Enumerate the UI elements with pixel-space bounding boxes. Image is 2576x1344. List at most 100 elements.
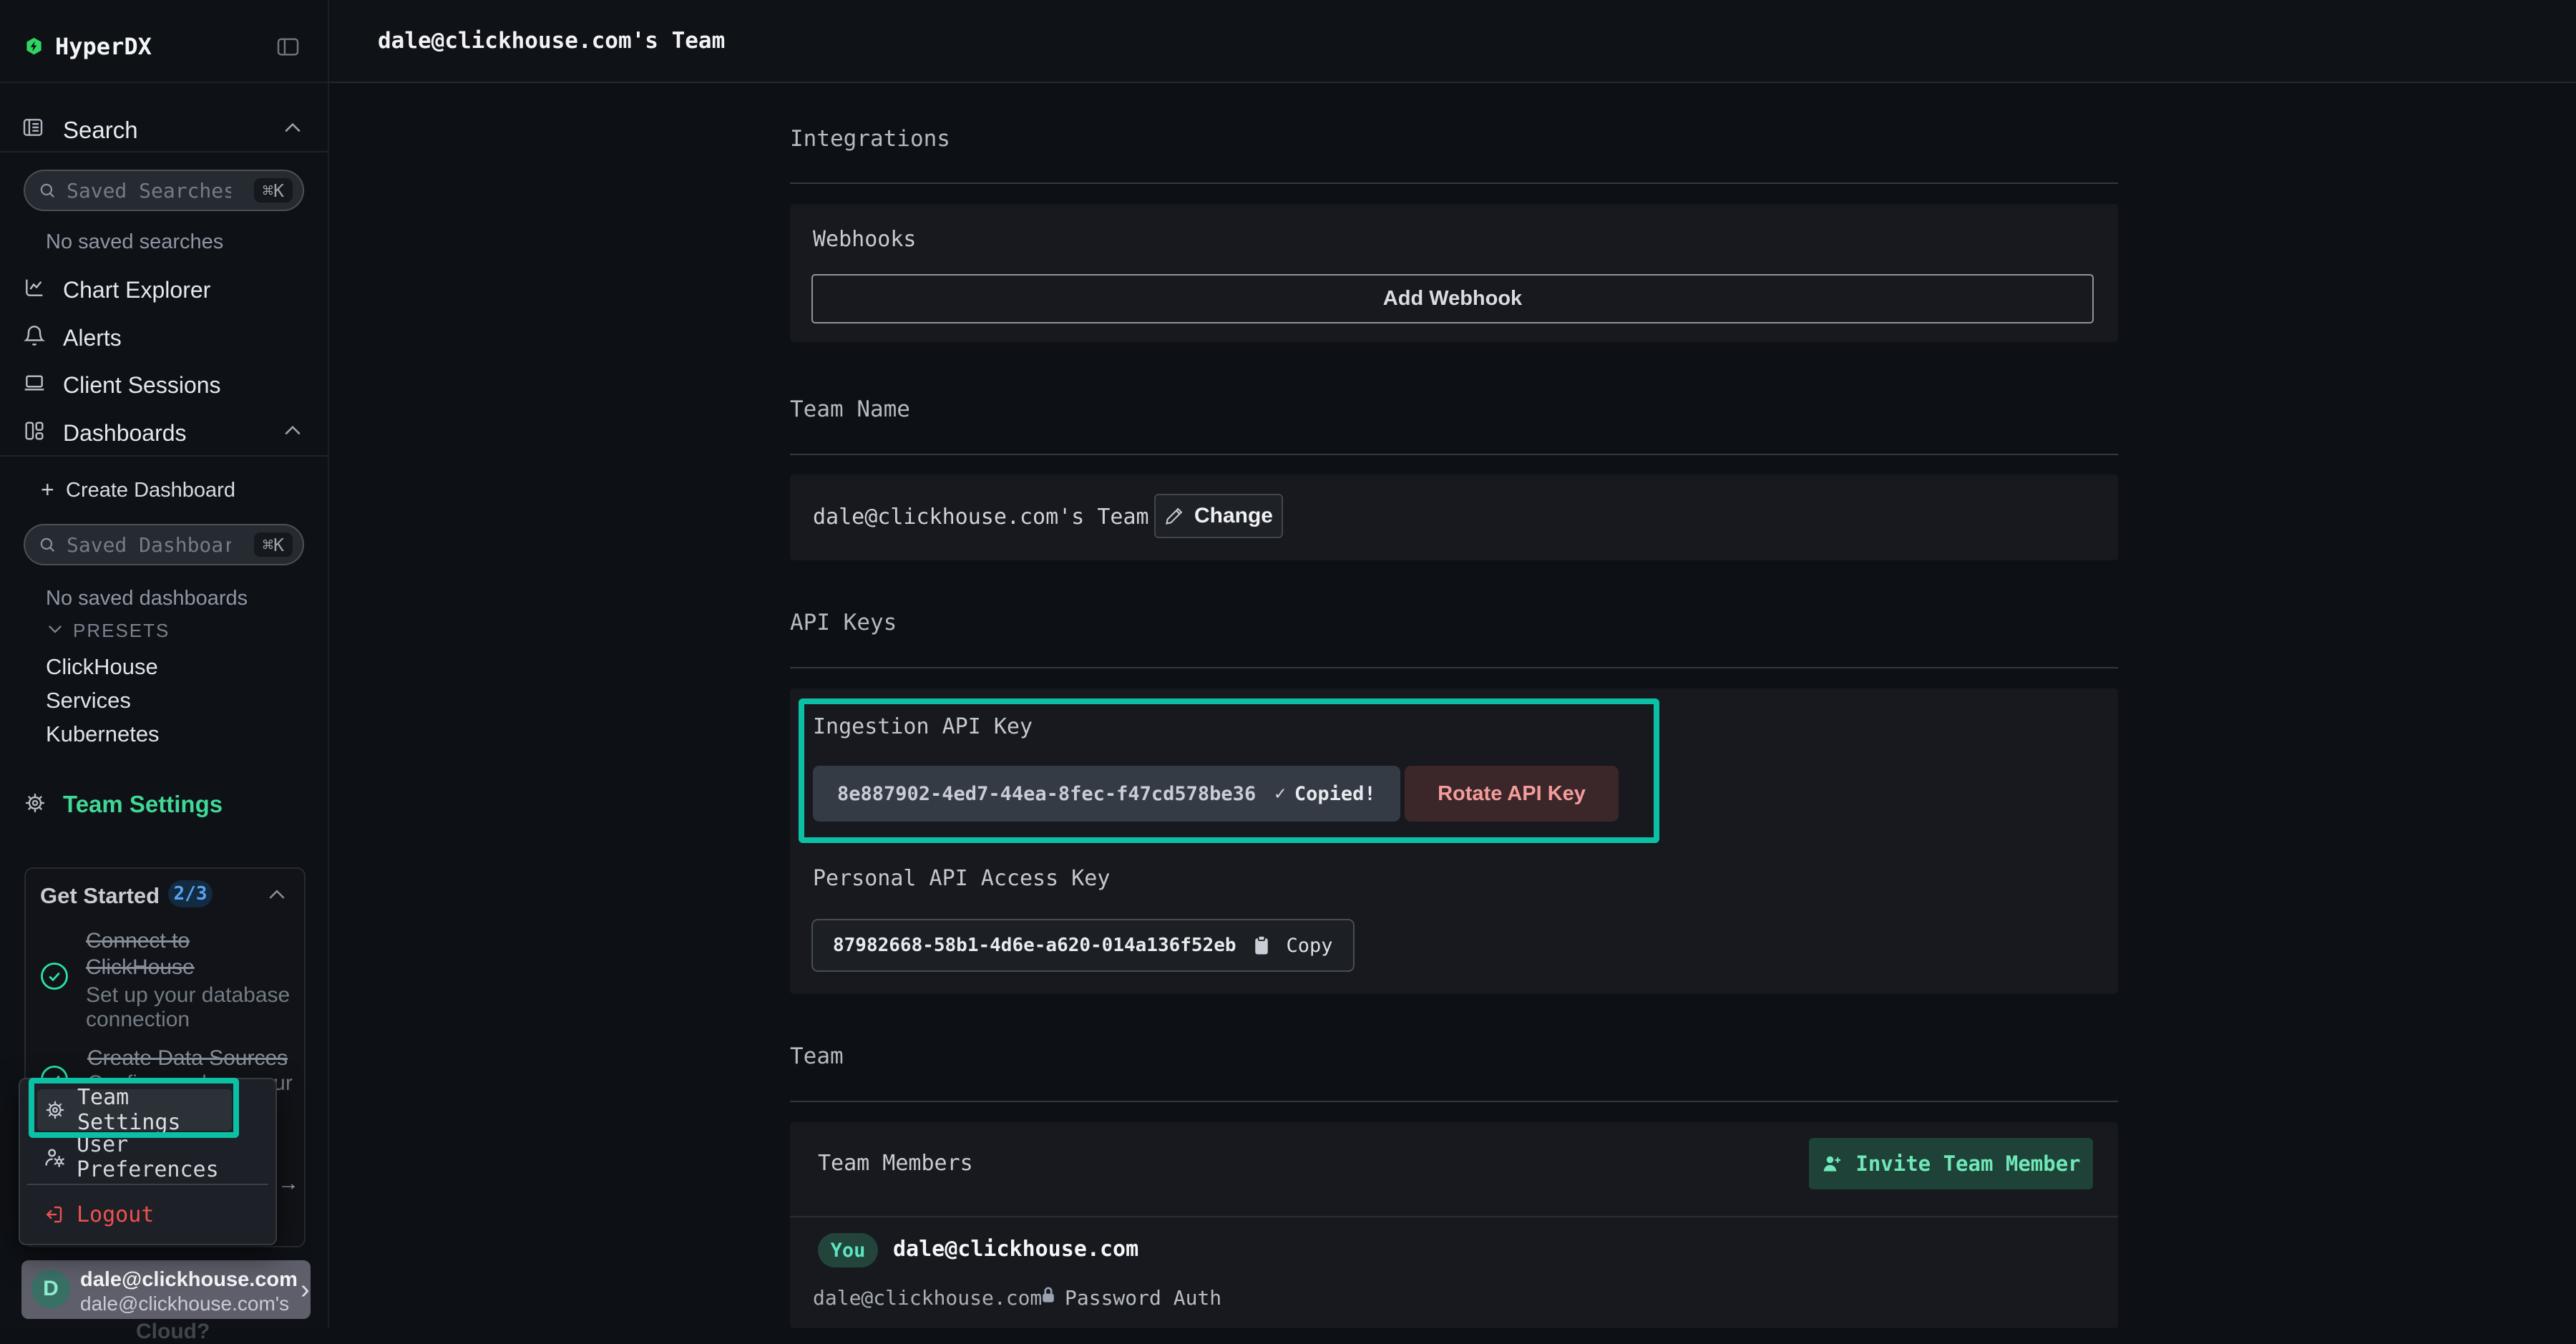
- chevron-up-icon: [283, 122, 302, 133]
- section-divider: [790, 667, 2118, 668]
- ingestion-api-key-chip[interactable]: 8e887902-4ed7-44ea-8fec-f47cd578be36 ✓ C…: [813, 766, 1400, 822]
- saved-searches-field[interactable]: [67, 179, 231, 203]
- webhooks-heading: Webhooks: [813, 227, 917, 252]
- preset-item-kubernetes[interactable]: Kubernetes: [46, 721, 160, 747]
- sidebar-item-chart-explorer[interactable]: Chart Explorer: [0, 271, 329, 308]
- section-divider: [790, 1101, 2118, 1102]
- sidebar-section-dashboards[interactable]: Dashboards: [0, 414, 329, 451]
- menu-item-logout[interactable]: Logout: [37, 1194, 260, 1235]
- personal-api-key-label: Personal API Access Key: [813, 866, 1110, 891]
- menu-item-label: Logout: [77, 1202, 154, 1227]
- user-account-card[interactable]: D dale@clickhouse.com dale@clickhouse.co…: [21, 1260, 311, 1319]
- presets-toggle[interactable]: PRESETS: [0, 615, 329, 646]
- menu-item-label: Team Settings: [77, 1085, 232, 1135]
- chart-icon: [23, 276, 46, 299]
- sidebar-item-alerts[interactable]: Alerts: [0, 318, 329, 356]
- sidebar-item-team-settings[interactable]: Team Settings: [0, 786, 329, 823]
- menu-item-user-preferences[interactable]: User Preferences: [37, 1136, 260, 1178]
- webhooks-panel: Webhooks Add Webhook: [790, 204, 2118, 342]
- sidebar-item-label: Alerts: [63, 325, 122, 351]
- arrow-right-icon: →: [278, 1172, 299, 1196]
- copied-label: Copied!: [1294, 783, 1376, 805]
- invite-team-member-button[interactable]: Invite Team Member: [1809, 1138, 2093, 1189]
- section-divider: [790, 454, 2118, 455]
- divider: [0, 82, 329, 83]
- gear-icon: [24, 792, 47, 814]
- personal-api-key-value: 87982668-58b1-4d6e-a620-014a136f52eb: [833, 935, 1236, 956]
- sidebar-section-dashboards-label: Dashboards: [63, 420, 187, 447]
- copy-label: Copy: [1287, 935, 1333, 957]
- get-started-title: Get Started: [40, 883, 160, 909]
- saved-dashboards-field[interactable]: [67, 533, 231, 557]
- member-email: dale@clickhouse.com: [813, 1286, 1042, 1310]
- brand-title: HyperDX: [55, 33, 152, 60]
- auth-method-label: Password Auth: [1065, 1286, 1221, 1310]
- search-icon: [38, 535, 57, 554]
- user-team-name: dale@clickhouse.com's: [80, 1292, 289, 1315]
- hyperdx-logo-icon: [24, 36, 44, 57]
- personal-api-key-chip[interactable]: 87982668-58b1-4d6e-a620-014a136f52eb Cop…: [811, 919, 1355, 972]
- bell-icon: [23, 324, 46, 347]
- team-member-row: You dale@clickhouse.com dale@clickhouse.…: [790, 1217, 2118, 1327]
- step-title-connect-clickhouse: Connect to ClickHouse: [86, 927, 286, 980]
- change-button-label: Change: [1194, 504, 1273, 528]
- ingestion-api-key-label: Ingestion API Key: [813, 714, 1033, 739]
- search-icon: [38, 181, 57, 200]
- collapse-sidebar-icon[interactable]: [276, 37, 300, 57]
- user-plus-icon: [1821, 1153, 1843, 1174]
- lock-icon: [1040, 1285, 1057, 1306]
- search-section-icon: [21, 116, 44, 139]
- team-name-panel: dale@clickhouse.com's Team Change: [790, 474, 2118, 560]
- sidebar-item-client-sessions[interactable]: Client Sessions: [0, 366, 329, 403]
- team-name-value: dale@clickhouse.com's Team: [813, 505, 1149, 530]
- shortcut-badge: ⌘K: [254, 178, 293, 203]
- dashboard-grid-icon: [23, 419, 46, 442]
- you-badge: You: [818, 1233, 878, 1267]
- step-subtitle: Set up your database connection: [86, 983, 293, 1032]
- chevron-right-icon: ›: [301, 1275, 310, 1305]
- step-title-create-data-sources: Create Data Sources: [87, 1045, 316, 1071]
- check-circle-icon: [40, 962, 69, 990]
- sidebar: HyperDX Search ⌘K No saved searches Char…: [0, 0, 329, 1328]
- add-webhook-button[interactable]: Add Webhook: [811, 274, 2094, 323]
- user-email: dale@clickhouse.com: [80, 1268, 298, 1292]
- chevron-up-icon[interactable]: [268, 889, 286, 900]
- clipboard-icon: [1252, 935, 1271, 956]
- gear-icon: [44, 1099, 66, 1121]
- rotate-api-key-button[interactable]: Rotate API Key: [1405, 766, 1619, 822]
- sidebar-section-search[interactable]: Search: [0, 107, 329, 149]
- progress-badge: 2/3: [168, 880, 213, 907]
- member-name: dale@clickhouse.com: [893, 1237, 1138, 1262]
- no-saved-dashboards-text: No saved dashboards: [46, 587, 248, 610]
- chevron-down-icon: [47, 624, 63, 633]
- menu-item-team-settings[interactable]: Team Settings: [37, 1089, 232, 1131]
- laptop-icon: [23, 371, 46, 394]
- create-dashboard-label: Create Dashboard: [66, 479, 235, 502]
- account-menu: Team Settings User Preferences Logout: [19, 1078, 277, 1245]
- change-team-name-button[interactable]: Change: [1154, 494, 1283, 538]
- api-keys-section-title: API Keys: [790, 610, 897, 636]
- logout-icon: [43, 1204, 64, 1225]
- presets-label: PRESETS: [73, 620, 170, 642]
- create-dashboard-button[interactable]: + Create Dashboard: [0, 472, 329, 507]
- divider: [0, 455, 329, 457]
- divider: [0, 151, 329, 152]
- menu-item-label: User Preferences: [77, 1132, 260, 1182]
- avatar: D: [31, 1270, 70, 1308]
- pencil-icon: [1164, 506, 1184, 526]
- user-gear-icon: [43, 1146, 66, 1169]
- saved-dashboards-input[interactable]: ⌘K: [24, 524, 304, 565]
- section-divider: [790, 182, 2118, 184]
- team-section-title: Team: [790, 1043, 844, 1069]
- preset-item-clickhouse[interactable]: ClickHouse: [46, 654, 158, 680]
- menu-divider: [27, 1184, 268, 1185]
- api-keys-panel: Ingestion API Key 8e887902-4ed7-44ea-8fe…: [790, 688, 2118, 994]
- team-members-panel: Team Members Invite Team Member You dale…: [790, 1122, 2118, 1328]
- preset-item-services[interactable]: Services: [46, 688, 131, 714]
- clipped-bottom-text: Cloud?: [136, 1320, 210, 1344]
- saved-searches-input[interactable]: ⌘K: [24, 170, 304, 211]
- ingestion-api-key-value: 8e887902-4ed7-44ea-8fec-f47cd578be36: [837, 783, 1256, 805]
- team-name-section-title: Team Name: [790, 396, 910, 422]
- plus-icon: +: [41, 477, 54, 503]
- sidebar-item-label: Client Sessions: [63, 372, 221, 399]
